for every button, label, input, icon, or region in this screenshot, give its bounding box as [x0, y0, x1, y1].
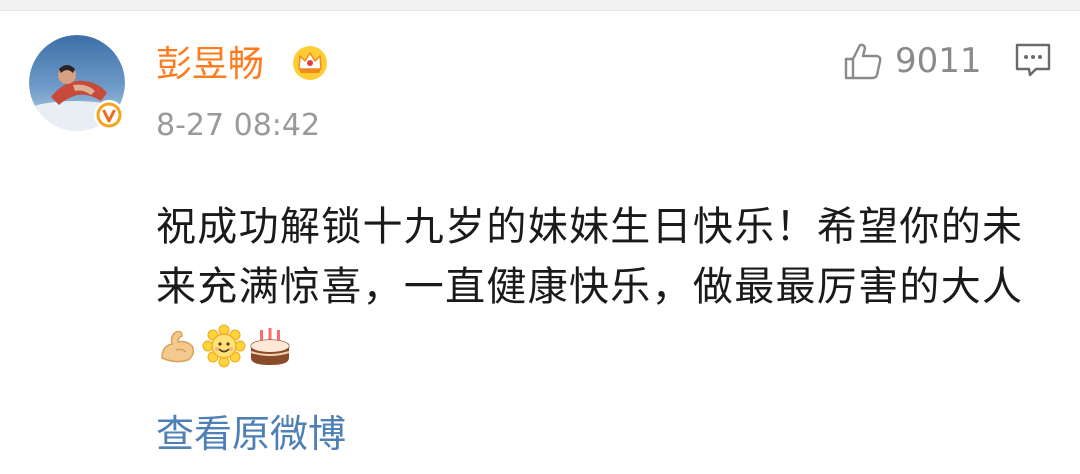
comment-text: 祝成功解锁十九岁的妹妹生日快乐！希望你的未来充满惊喜，一直健康快乐，做最最厉害的…: [156, 204, 1024, 310]
flexed-biceps-icon: [161, 330, 195, 363]
view-original-link[interactable]: 查看原微博: [156, 409, 346, 459]
top-divider: [0, 0, 1080, 11]
author-avatar[interactable]: [29, 35, 125, 131]
birthday-cake-icon: [250, 328, 290, 365]
crown-icon: [293, 46, 327, 80]
comment-bubble-icon[interactable]: [1014, 42, 1052, 78]
like-count: 9011: [895, 41, 982, 81]
thumbs-up-icon: [844, 43, 882, 80]
comment-body: 祝成功解锁十九岁的妹妹生日快乐！希望你的未来充满惊喜，一直健康快乐，做最最厉害的…: [156, 197, 1036, 385]
sunflower-face-icon: [202, 324, 246, 368]
verified-v-badge-icon: [94, 100, 124, 130]
comment-timestamp: 8-27 08:42: [156, 108, 321, 143]
comment-card: 彭昱畅 8-27 08:42 9011 祝成功解锁十九岁的妹妹生日快乐！希望你的…: [0, 11, 1080, 474]
emoji-row: [156, 324, 294, 385]
author-name[interactable]: 彭昱畅: [156, 41, 264, 89]
